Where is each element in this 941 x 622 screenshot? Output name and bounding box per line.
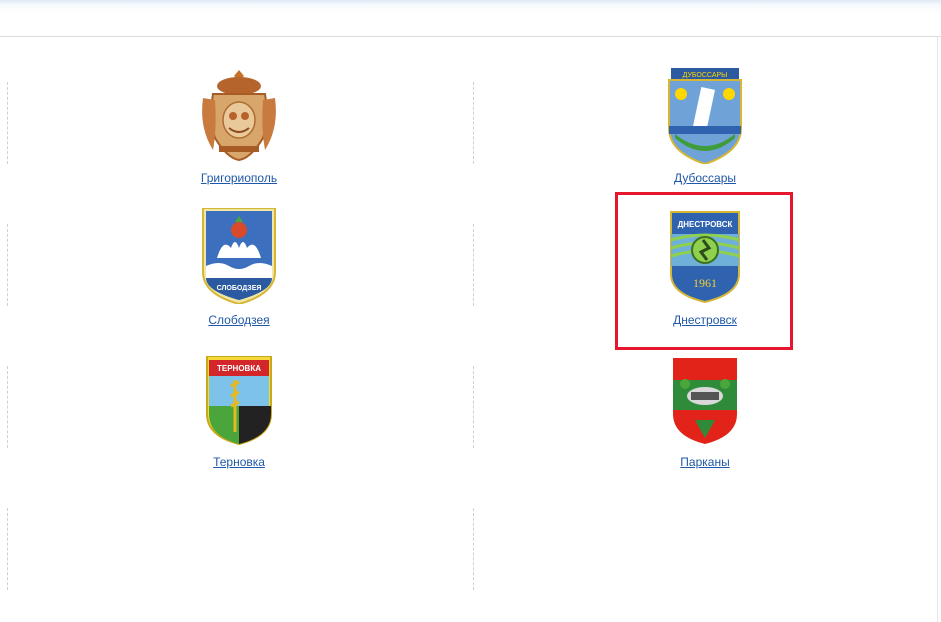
city-link[interactable]: Дубоссары bbox=[635, 171, 775, 185]
city-link[interactable]: Григориополь bbox=[169, 171, 309, 185]
ternovka-crest-icon[interactable]: ТЕРНОВКА bbox=[169, 356, 309, 456]
dubossary-crest-icon[interactable]: ДУБОССАРЫ bbox=[635, 68, 775, 168]
column-separator bbox=[7, 224, 8, 306]
column-separator bbox=[473, 508, 474, 590]
slobodzeya-crest-icon[interactable]: СЛОБОДЗЕЯ bbox=[169, 208, 309, 308]
city-link[interactable]: Парканы bbox=[635, 455, 775, 469]
crest-caption: ДУБОССАРЫ bbox=[683, 72, 728, 79]
right-border-line bbox=[937, 36, 938, 622]
parkany-crest-icon[interactable] bbox=[635, 356, 775, 456]
grigoriopol-crest-icon[interactable] bbox=[169, 68, 309, 168]
city-item-grigoriopol[interactable]: Григориополь bbox=[169, 68, 309, 188]
city-item-parkany[interactable]: Парканы bbox=[635, 356, 775, 469]
column-separator bbox=[473, 224, 474, 306]
column-separator bbox=[7, 508, 8, 590]
top-header-bar bbox=[0, 0, 941, 37]
column-separator bbox=[473, 82, 474, 164]
city-item-dubossary[interactable]: ДУБОССАРЫ Дубоссары bbox=[635, 68, 775, 188]
column-separator bbox=[473, 366, 474, 448]
column-separator bbox=[7, 82, 8, 164]
crest-caption: СЛОБОДЗЕЯ bbox=[217, 285, 262, 292]
city-link[interactable]: Терновка bbox=[169, 455, 309, 469]
city-item-slobodzeya[interactable]: СЛОБОДЗЕЯ Слободзея bbox=[169, 208, 309, 328]
crest-caption: ТЕРНОВКА bbox=[217, 364, 261, 373]
column-separator bbox=[7, 366, 8, 448]
city-item-ternovka[interactable]: ТЕРНОВКА Терновка bbox=[169, 356, 309, 469]
highlight-frame bbox=[615, 192, 793, 350]
city-link[interactable]: Слободзея bbox=[169, 313, 309, 327]
